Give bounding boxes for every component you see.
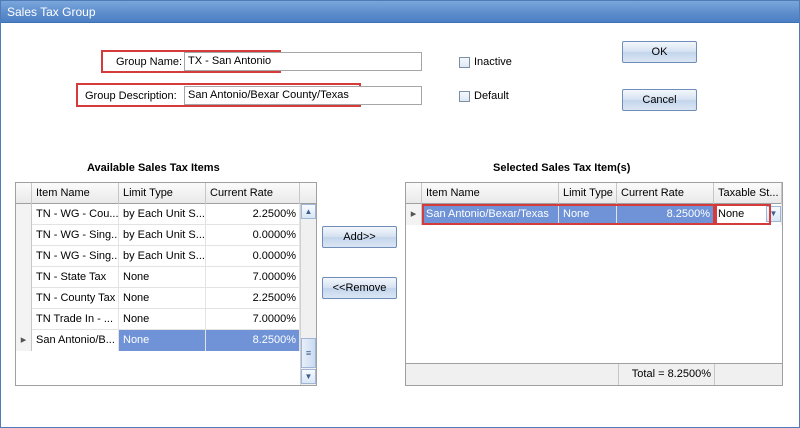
scroll-up-icon[interactable]: ▲ bbox=[301, 204, 316, 219]
current-rate-cell[interactable]: 8.2500% bbox=[206, 330, 300, 351]
row-indicator bbox=[16, 204, 32, 225]
available-grid-header: Item Name Limit Type Current Rate bbox=[16, 183, 316, 204]
group-name-input[interactable]: TX - San Antonio bbox=[184, 52, 422, 71]
available-items-title: Available Sales Tax Items bbox=[87, 162, 220, 174]
item-name-cell[interactable]: San Antonio/B... bbox=[32, 330, 119, 351]
table-row[interactable]: TN - WG - Sing... by Each Unit S... 0.00… bbox=[16, 225, 300, 246]
inactive-checkbox[interactable] bbox=[459, 57, 470, 68]
group-name-label: Group Name: bbox=[116, 56, 183, 68]
col-limit-type[interactable]: Limit Type bbox=[559, 183, 617, 204]
table-row[interactable]: TN - WG - Cou... by Each Unit S... 2.250… bbox=[16, 204, 300, 225]
remove-button[interactable]: <<Remove bbox=[322, 277, 397, 299]
item-name-cell[interactable]: TN - WG - Sing... bbox=[32, 246, 119, 267]
inactive-label: Inactive bbox=[474, 56, 512, 68]
col-item-name[interactable]: Item Name bbox=[32, 183, 119, 204]
current-rate-cell[interactable]: 0.0000% bbox=[206, 225, 300, 246]
group-description-input[interactable]: San Antonio/Bexar County/Texas bbox=[184, 86, 422, 105]
col-item-name[interactable]: Item Name bbox=[422, 183, 559, 204]
current-rate-cell[interactable]: 7.0000% bbox=[206, 309, 300, 330]
dialog-body: Group Name: TX - San Antonio Group Descr… bbox=[3, 24, 797, 426]
table-row[interactable]: TN - State Tax None 7.0000% bbox=[16, 267, 300, 288]
default-label: Default bbox=[474, 90, 509, 102]
selected-grid-footer: Total = 8.2500% bbox=[406, 363, 782, 385]
taxable-cell-highlight bbox=[715, 204, 771, 225]
scroll-down-icon[interactable]: ▼ bbox=[301, 369, 316, 384]
row-indicator bbox=[16, 267, 32, 288]
limit-type-cell[interactable]: by Each Unit S... bbox=[119, 225, 206, 246]
table-row[interactable]: TN - WG - Sing... by Each Unit S... 0.00… bbox=[16, 246, 300, 267]
header-indicator bbox=[406, 183, 422, 204]
current-rate-cell[interactable]: 2.2500% bbox=[206, 288, 300, 309]
current-row-arrow-icon: ▸ bbox=[16, 330, 32, 351]
selected-row-highlight bbox=[422, 204, 715, 225]
table-row-selected[interactable]: ▸ San Antonio/B... None 8.2500% bbox=[16, 330, 300, 351]
current-rate-cell[interactable]: 7.0000% bbox=[206, 267, 300, 288]
col-taxable-status[interactable]: Taxable St... bbox=[714, 183, 782, 204]
table-row[interactable]: TN - County Tax None 2.2500% bbox=[16, 288, 300, 309]
current-rate-cell[interactable]: 0.0000% bbox=[206, 246, 300, 267]
row-indicator bbox=[16, 225, 32, 246]
item-name-cell[interactable]: TN - State Tax bbox=[32, 267, 119, 288]
item-name-cell[interactable]: TN Trade In - ... bbox=[32, 309, 119, 330]
item-name-cell[interactable]: TN - County Tax bbox=[32, 288, 119, 309]
total-rate: Total = 8.2500% bbox=[618, 364, 715, 385]
table-row[interactable]: TN Trade In - ... None 7.0000% bbox=[16, 309, 300, 330]
current-rate-cell[interactable]: 2.2500% bbox=[206, 204, 300, 225]
available-grid-scrollbar[interactable]: ▲ ≡ ▼ bbox=[300, 204, 316, 385]
scroll-thumb[interactable]: ≡ bbox=[301, 338, 316, 368]
selected-items-grid: Item Name Limit Type Current Rate Taxabl… bbox=[405, 182, 783, 386]
limit-type-cell[interactable]: by Each Unit S... bbox=[119, 246, 206, 267]
available-items-grid: Item Name Limit Type Current Rate TN - W… bbox=[15, 182, 317, 386]
header-indicator bbox=[16, 183, 32, 204]
add-button[interactable]: Add>> bbox=[322, 226, 397, 248]
limit-type-cell[interactable]: None bbox=[119, 288, 206, 309]
item-name-cell[interactable]: TN - WG - Sing... bbox=[32, 225, 119, 246]
ok-button[interactable]: OK bbox=[622, 41, 697, 63]
col-current-rate[interactable]: Current Rate bbox=[206, 183, 300, 204]
selected-grid-header: Item Name Limit Type Current Rate Taxabl… bbox=[406, 183, 782, 204]
sales-tax-group-dialog: Sales Tax Group Group Name: TX - San Ant… bbox=[0, 0, 800, 428]
selected-items-title: Selected Sales Tax Item(s) bbox=[493, 162, 631, 174]
limit-type-cell[interactable]: None bbox=[119, 330, 206, 351]
limit-type-cell[interactable]: by Each Unit S... bbox=[119, 204, 206, 225]
row-indicator bbox=[16, 309, 32, 330]
window-title: Sales Tax Group bbox=[1, 1, 799, 23]
col-current-rate[interactable]: Current Rate bbox=[617, 183, 714, 204]
col-limit-type[interactable]: Limit Type bbox=[119, 183, 206, 204]
group-description-label: Group Description: bbox=[85, 90, 177, 102]
row-indicator bbox=[16, 246, 32, 267]
current-row-arrow-icon: ▸ bbox=[406, 204, 422, 225]
item-name-cell[interactable]: TN - WG - Cou... bbox=[32, 204, 119, 225]
limit-type-cell[interactable]: None bbox=[119, 267, 206, 288]
limit-type-cell[interactable]: None bbox=[119, 309, 206, 330]
row-indicator bbox=[16, 288, 32, 309]
cancel-button[interactable]: Cancel bbox=[622, 89, 697, 111]
default-checkbox[interactable] bbox=[459, 91, 470, 102]
